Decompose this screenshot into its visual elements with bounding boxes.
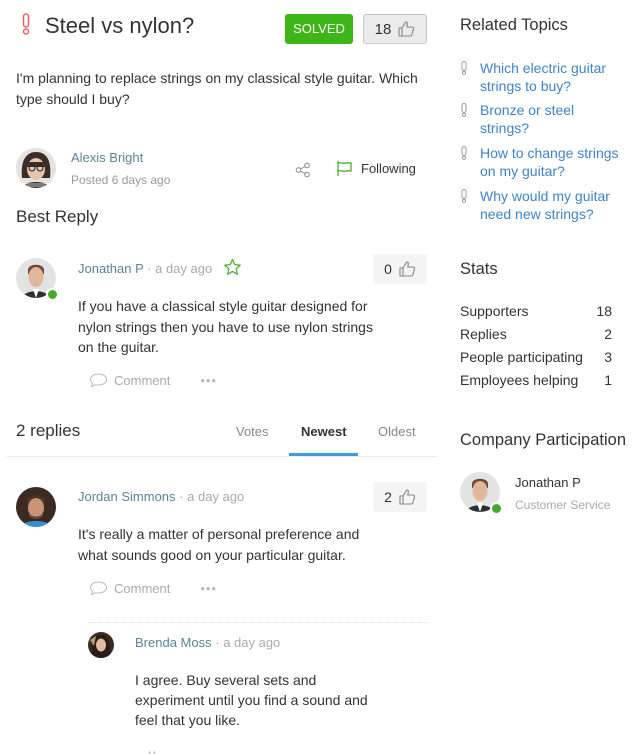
active-tab-indicator [289,453,358,456]
sidebar: Related Topics Which electric guitar str… [460,0,640,754]
thumbs-up-icon [399,489,416,505]
sub-reply-more-icon[interactable]: •• [148,748,157,754]
question-author[interactable]: Alexis Bright [71,150,143,165]
avatar-jordan-simmons[interactable] [16,487,56,527]
related-topics-title: Related Topics [460,16,568,34]
comment-button[interactable]: Comment [89,580,170,596]
stat-row: People participating 3 [460,349,612,365]
comment-icon [89,373,108,388]
more-options-button[interactable]: ••• [200,581,217,596]
related-topic-link[interactable]: Why would my guitar need new strings? [460,187,620,223]
thumbs-up-icon [399,261,416,277]
best-reply-title: Best Reply [16,207,99,226]
exclamation-icon [461,61,467,75]
reply-vote-button[interactable]: 2 [373,482,427,512]
sub-reply-text: I agree. Buy several sets and experiment… [135,672,368,728]
related-topic-link[interactable]: Which electric guitar strings to buy? [460,59,620,95]
related-topic-link[interactable]: How to change strings on my guitar? [460,144,620,180]
stats-title: Stats [460,260,498,278]
reply-actions: Comment ••• [89,580,217,596]
main-column: Steel vs nylon? SOLVED 18 I'm planning t… [0,0,440,754]
share-icon[interactable] [295,162,311,178]
company-member-role: Customer Service [515,498,611,512]
vote-count: 18 [374,20,392,38]
tab-oldest[interactable]: Oldest [378,424,416,439]
stat-row: Replies 2 [460,326,612,342]
following-label: Following [361,161,416,176]
avatar-alexis-bright[interactable] [16,148,56,188]
status-badge: SOLVED [285,14,353,44]
sub-reply-time: a day ago [223,635,281,650]
reply-meta: Jordan Simmons · a day ago [78,489,245,504]
company-member-name[interactable]: Jonathan P [515,475,581,490]
best-reply-actions: Comment ••• [89,372,217,388]
more-options-button[interactable]: ••• [200,373,217,388]
comment-button[interactable]: Comment [89,372,170,388]
vote-count: 2 [384,489,392,505]
sub-reply-author[interactable]: Brenda Moss [135,635,212,650]
online-status-icon [490,502,502,514]
online-status-icon [46,288,58,300]
posted-time: Posted 6 days ago [71,173,171,187]
thumbs-up-icon [398,21,415,37]
divider [6,456,437,457]
tab-votes[interactable]: Votes [236,424,269,439]
best-reply-time: a day ago [155,261,213,276]
flag-icon [337,161,352,176]
star-icon[interactable] [223,258,242,276]
comment-icon [89,581,108,596]
sub-reply-meta: Brenda Moss · a day ago [135,635,281,650]
best-reply-text: If you have a classical style guitar des… [78,298,373,355]
related-topic-link[interactable]: Bronze or steel strings? [460,101,620,137]
best-reply-author[interactable]: Jonathan P [78,261,144,276]
divider [88,622,428,623]
best-reply-vote-button[interactable]: 0 [373,254,427,284]
replies-count: 2 replies [16,421,81,440]
exclamation-icon [461,189,467,203]
following-button[interactable]: Following [336,160,416,177]
stat-row: Supporters 18 [460,303,612,319]
exclamation-icon [461,146,467,160]
exclamation-icon [22,13,30,35]
tab-newest[interactable]: Newest [301,424,347,439]
best-reply-meta: Jonathan P · a day ago [78,261,213,276]
reply-text: It's really a matter of personal prefere… [78,526,360,563]
vote-count: 0 [384,261,392,277]
question-vote-button[interactable]: 18 [363,14,427,44]
reply-author[interactable]: Jordan Simmons [78,489,176,504]
question-body: I'm planning to replace strings on my cl… [16,70,418,107]
avatar-brenda-moss[interactable] [88,632,114,658]
reply-time: a day ago [187,489,245,504]
question-title: Steel vs nylon? [45,13,195,38]
stat-row: Employees helping 1 [460,372,612,388]
exclamation-icon [461,103,467,117]
company-participation-title: Company Participation [460,431,626,449]
